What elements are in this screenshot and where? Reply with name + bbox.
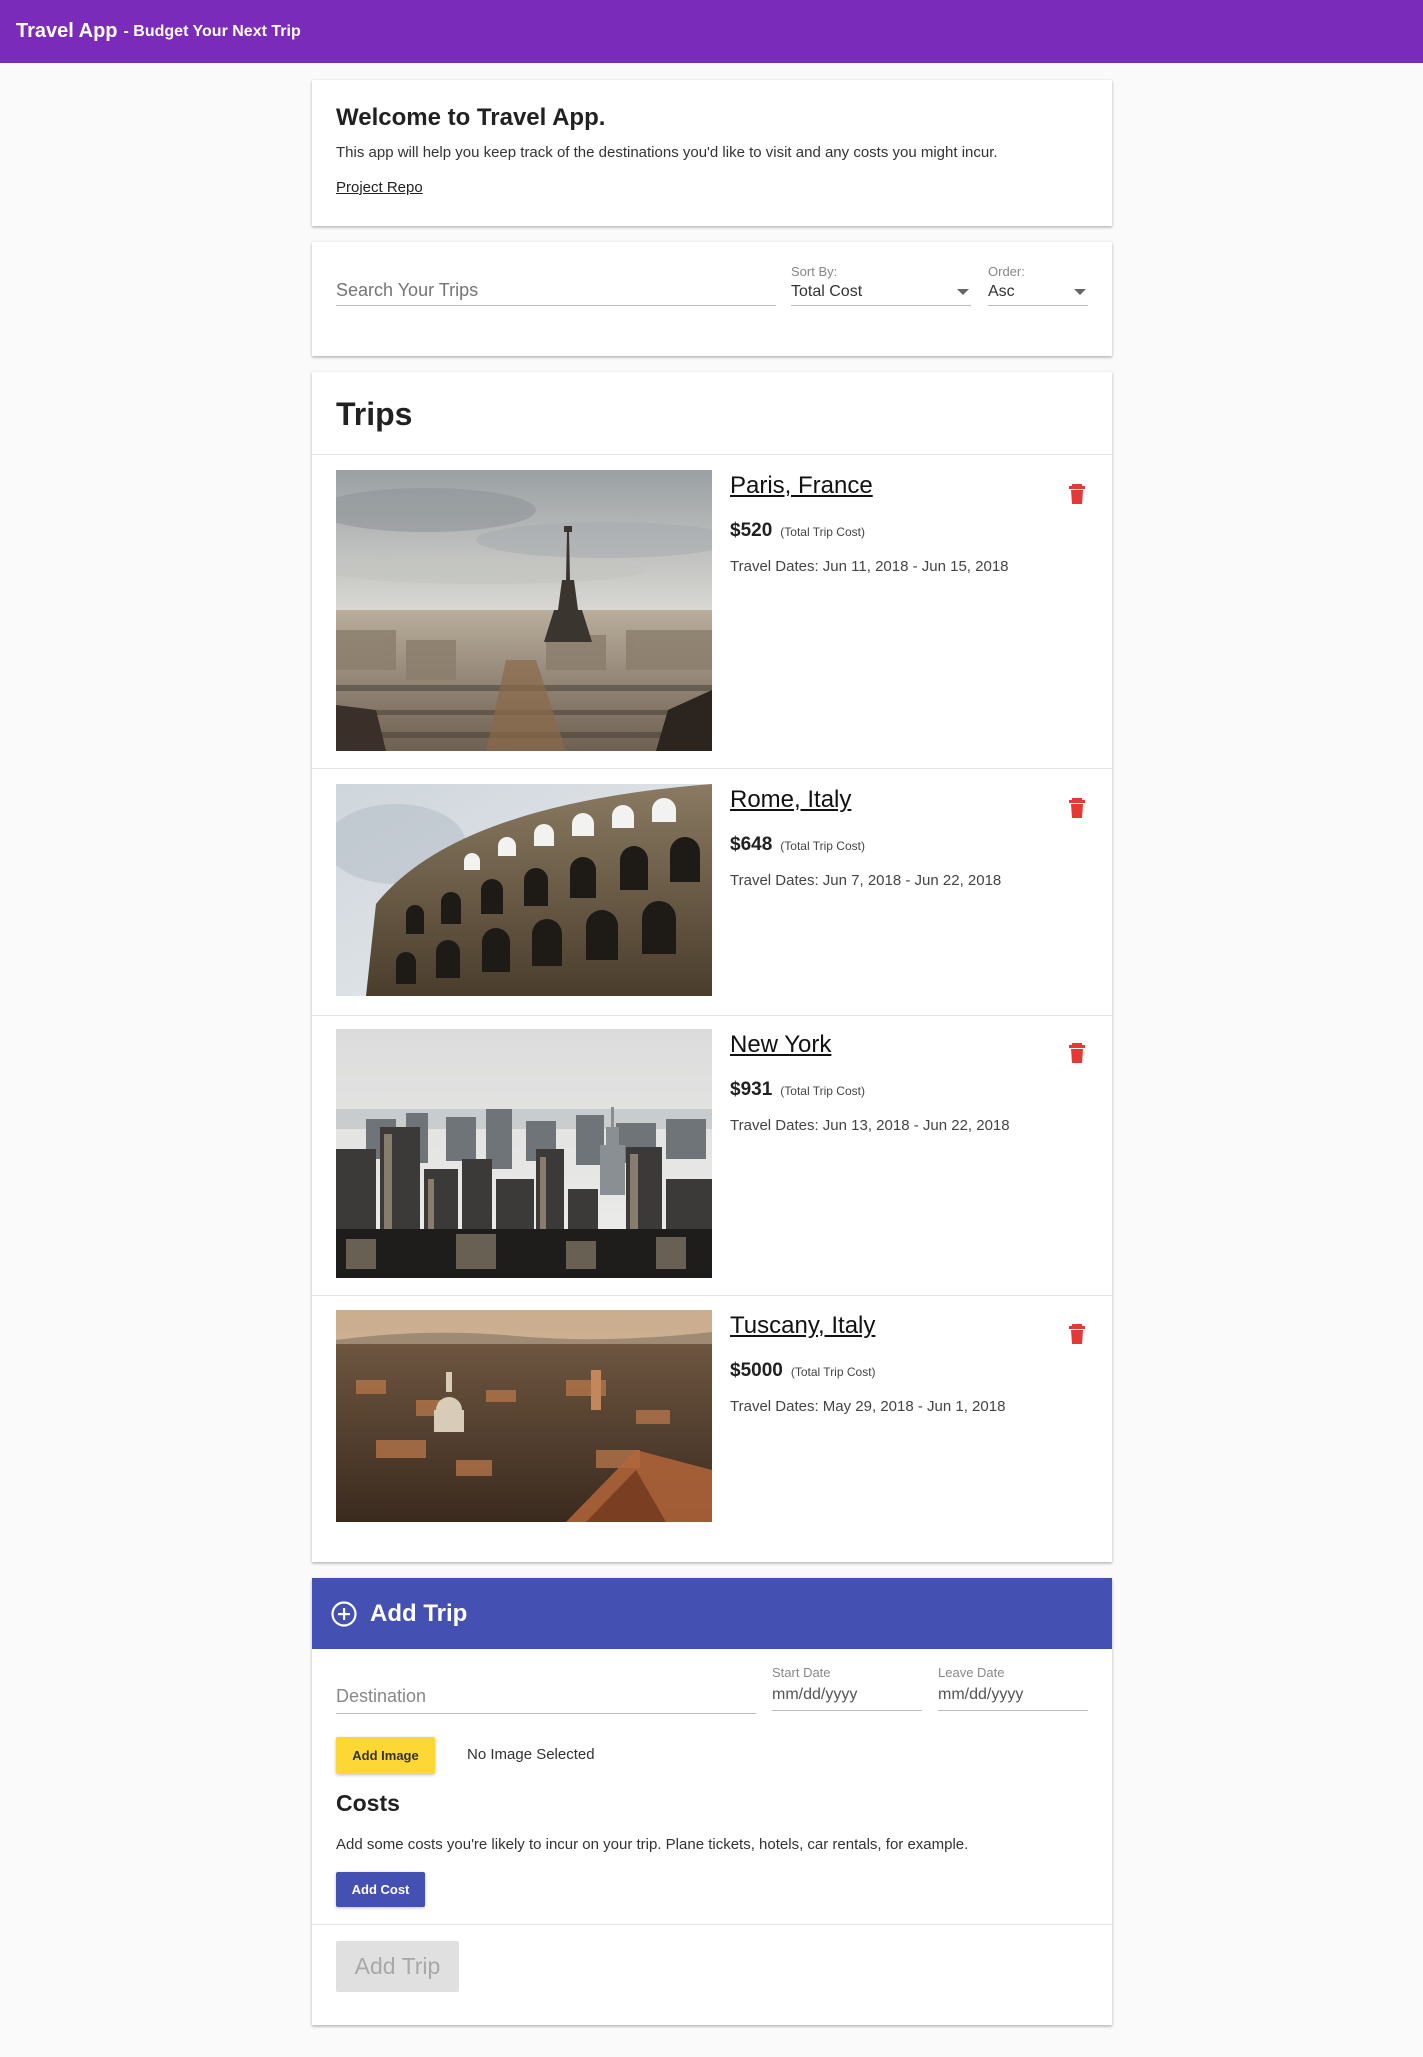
start-date-label: Start Date [772, 1665, 831, 1680]
order-label: Order: [988, 264, 1025, 279]
trips-card: Trips Paris, France $520 (Total Trip Cos… [312, 372, 1112, 1562]
trip-cost: $648 [730, 834, 773, 855]
leave-date-label: Leave Date [938, 1665, 1005, 1680]
search-card: Sort By: Total Cost Order: Asc [312, 242, 1112, 356]
trip-cost: $931 [730, 1079, 773, 1100]
add-cost-button[interactable]: Add Cost [336, 1872, 425, 1907]
trip-cost: $520 [730, 520, 773, 541]
divider [312, 1924, 1112, 1925]
chevron-down-icon [1074, 289, 1086, 295]
delete-trip-button[interactable] [1067, 1322, 1087, 1346]
trip-dates: Travel Dates: May 29, 2018 - Jun 1, 2018 [730, 1398, 1006, 1415]
trip-item: Tuscany, Italy $5000 (Total Trip Cost) T… [312, 1310, 1112, 1550]
leave-date-placeholder: mm/dd/yyyy [938, 1686, 1024, 1703]
start-date-placeholder: mm/dd/yyyy [772, 1686, 858, 1703]
add-trip-header: Add Trip [312, 1578, 1112, 1649]
welcome-heading: Welcome to Travel App. [336, 104, 606, 131]
delete-trip-button[interactable] [1067, 482, 1087, 506]
order-select[interactable]: Order: Asc [988, 264, 1088, 306]
trips-heading: Trips [336, 396, 413, 432]
destination-placeholder: Destination [336, 1686, 427, 1706]
trip-photo [336, 784, 712, 996]
app-title: Travel App [16, 20, 118, 42]
search-field [336, 280, 776, 306]
trip-name-link[interactable]: Tuscany, Italy [730, 1312, 875, 1340]
divider [312, 1295, 1112, 1296]
sort-by-value: Total Cost [791, 283, 863, 300]
start-date-field[interactable]: Start Date mm/dd/yyyy [772, 1665, 922, 1711]
trip-cost-line: $648 (Total Trip Cost) [730, 834, 865, 856]
welcome-card: Welcome to Travel App. This app will hel… [312, 80, 1112, 226]
submit-add-trip-button[interactable]: Add Trip [336, 1941, 459, 1992]
trip-photo [336, 1029, 712, 1278]
trip-cost-note: (Total Trip Cost) [780, 839, 865, 853]
trash-icon [1069, 798, 1085, 818]
project-repo-link[interactable]: Project Repo [336, 179, 423, 196]
trip-name-link[interactable]: Rome, Italy [730, 786, 851, 814]
trip-photo [336, 1310, 712, 1522]
trip-name-link[interactable]: New York [730, 1031, 831, 1059]
trip-cost-note: (Total Trip Cost) [780, 1084, 865, 1098]
add-circle-icon [331, 1600, 357, 1627]
trip-cost: $5000 [730, 1360, 783, 1381]
add-image-button[interactable]: Add Image [336, 1737, 435, 1774]
trip-cost-line: $931 (Total Trip Cost) [730, 1079, 865, 1101]
costs-heading: Costs [336, 1790, 400, 1816]
app-bar: Travel App - Budget Your Next Trip [0, 0, 1423, 63]
trip-cost-line: $5000 (Total Trip Cost) [730, 1360, 876, 1382]
destination-field[interactable]: Destination [336, 1686, 756, 1714]
add-trip-card: Add Trip Destination Start Date mm/dd/yy… [312, 1578, 1112, 2025]
add-trip-title: Add Trip [370, 1599, 468, 1627]
trip-dates: Travel Dates: Jun 7, 2018 - Jun 22, 2018 [730, 872, 1002, 889]
search-input[interactable] [336, 280, 776, 301]
trip-cost-note: (Total Trip Cost) [790, 1365, 876, 1379]
trip-item: Paris, France $520 (Total Trip Cost) Tra… [312, 470, 1112, 770]
trash-icon [1069, 1043, 1085, 1063]
sort-by-label: Sort By: [791, 264, 838, 279]
divider [312, 768, 1112, 769]
trip-dates: Travel Dates: Jun 11, 2018 - Jun 15, 201… [730, 558, 1009, 575]
leave-date-field[interactable]: Leave Date mm/dd/yyyy [938, 1665, 1088, 1711]
divider [312, 454, 1112, 455]
costs-description: Add some costs you're likely to incur on… [336, 1836, 969, 1853]
welcome-text: This app will help you keep track of the… [336, 144, 998, 161]
trip-cost-note: (Total Trip Cost) [780, 525, 865, 539]
trip-dates: Travel Dates: Jun 13, 2018 - Jun 22, 201… [730, 1117, 1010, 1134]
chevron-down-icon [957, 289, 969, 295]
trip-name-link[interactable]: Paris, France [730, 472, 873, 500]
delete-trip-button[interactable] [1067, 1041, 1087, 1065]
trip-photo [336, 470, 712, 751]
no-image-status: No Image Selected [467, 1746, 595, 1763]
trip-item: New York $931 (Total Trip Cost) Travel D… [312, 1029, 1112, 1299]
trip-item: Rome, Italy $648 (Total Trip Cost) Trave… [312, 784, 1112, 1016]
delete-trip-button[interactable] [1067, 796, 1087, 820]
app-subtitle: - Budget Your Next Trip [123, 22, 301, 40]
divider [312, 1015, 1112, 1016]
trash-icon [1069, 484, 1085, 504]
trip-cost-line: $520 (Total Trip Cost) [730, 520, 865, 542]
order-value: Asc [988, 283, 1015, 300]
trash-icon [1069, 1324, 1085, 1344]
sort-by-select[interactable]: Sort By: Total Cost [791, 264, 971, 306]
